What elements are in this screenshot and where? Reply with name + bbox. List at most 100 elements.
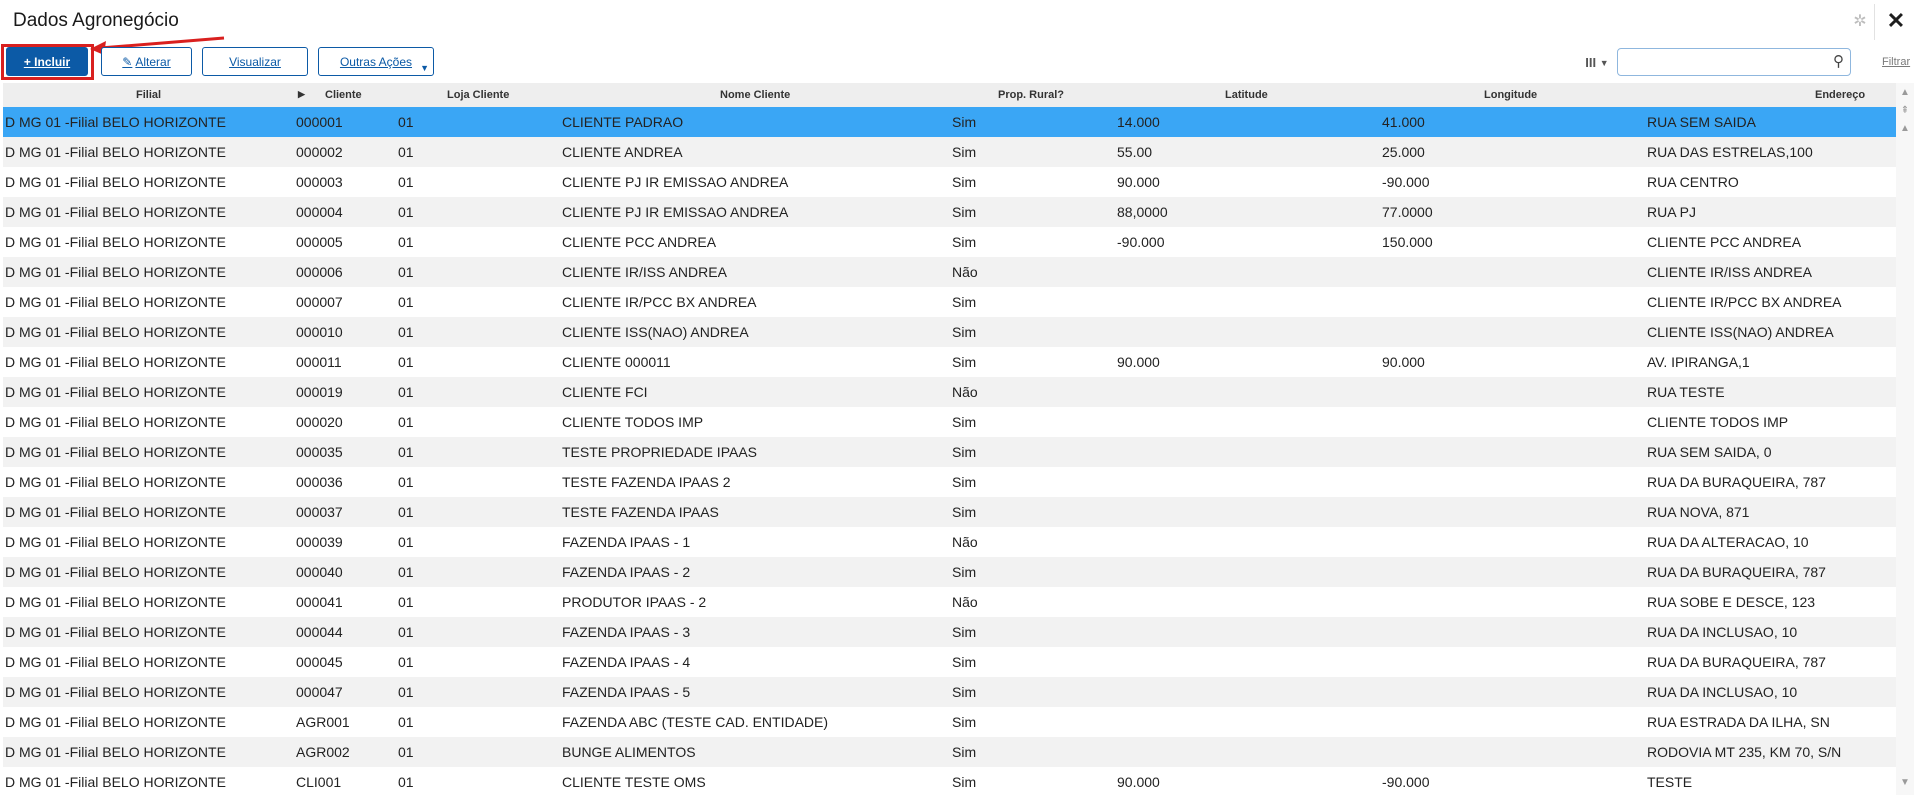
cell-longitude: -90.000 <box>1382 174 1430 190</box>
cell-loja: 01 <box>398 444 414 460</box>
cell-prop-rural: Sim <box>952 474 977 490</box>
cell-cliente: 000039 <box>296 534 343 550</box>
table-row[interactable]: D MG 01 -Filial BELO HORIZONTE AGR002 01 BU… <box>3 737 1896 767</box>
cell-prop-rural: Sim <box>952 174 977 190</box>
cell-loja: 01 <box>398 654 414 670</box>
visualizar-button[interactable]: Visualizar <box>202 47 308 76</box>
outras-acoes-button[interactable]: Outras Ações ▼ <box>318 47 434 76</box>
cell-cliente: 000019 <box>296 384 343 400</box>
cell-loja: 01 <box>398 774 414 790</box>
cell-longitude: 41.000 <box>1382 114 1425 130</box>
cell-cliente: 000004 <box>296 204 343 220</box>
cell-loja: 01 <box>398 264 414 280</box>
cell-nome: CLIENTE IR/ISS ANDREA <box>562 264 727 280</box>
cell-filial: D MG 01 -Filial BELO HORIZONTE <box>5 174 226 190</box>
cell-cliente: 000007 <box>296 294 343 310</box>
cell-loja: 01 <box>398 114 414 130</box>
table-row[interactable]: D MG 01 -Filial BELO HORIZONTE 000020 01 CL… <box>3 407 1896 437</box>
alterar-button[interactable]: ✎ Alterar <box>101 47 192 76</box>
scroll-down-icon[interactable]: ▼ <box>1899 777 1911 789</box>
table-row[interactable]: D MG 01 -Filial BELO HORIZONTE 000039 01 FA… <box>3 527 1896 557</box>
table-row[interactable]: D MG 01 -Filial BELO HORIZONTE 000001 01 CL… <box>3 107 1896 137</box>
cell-prop-rural: Sim <box>952 654 977 670</box>
table-row[interactable]: D MG 01 -Filial BELO HORIZONTE 000037 01 TE… <box>3 497 1896 527</box>
table-row[interactable]: D MG 01 -Filial BELO HORIZONTE 000040 01 FA… <box>3 557 1896 587</box>
scroll-up-icon[interactable]: ▲ <box>1899 123 1911 135</box>
scroll-page-up-icon[interactable]: ⇞ <box>1899 105 1911 117</box>
cell-endereco: RODOVIA MT 235, KM 70, S/N <box>1647 744 1842 760</box>
cell-prop-rural: Sim <box>952 624 977 640</box>
filtrar-link[interactable]: Filtrar <box>1882 56 1910 68</box>
table-row[interactable]: D MG 01 -Filial BELO HORIZONTE 000045 01 FA… <box>3 647 1896 677</box>
cell-endereco: RUA DA INCLUSAO, 10 <box>1647 624 1798 640</box>
cell-loja: 01 <box>398 474 414 490</box>
gear-icon[interactable]: ✲ <box>1850 12 1870 32</box>
cell-latitude: 90.000 <box>1117 174 1160 190</box>
cell-nome: CLIENTE ANDREA <box>562 144 683 160</box>
cell-endereco: AV. IPIRANGA,1 <box>1647 354 1750 370</box>
cell-filial: D MG 01 -Filial BELO HORIZONTE <box>5 324 226 340</box>
cell-endereco: RUA DAS ESTRELAS,100 <box>1647 144 1813 160</box>
cell-cliente: 000011 <box>296 354 342 370</box>
cell-cliente: 000040 <box>296 564 343 580</box>
dropdown-caret-icon: ▼ <box>420 63 429 73</box>
table-row[interactable]: D MG 01 -Filial BELO HORIZONTE 000041 01 PR… <box>3 587 1896 617</box>
table-row[interactable]: D MG 01 -Filial BELO HORIZONTE 000005 01 CL… <box>3 227 1896 257</box>
col-header-longitude[interactable]: Longitude <box>1484 89 1537 101</box>
cell-prop-rural: Não <box>952 594 978 610</box>
cell-endereco: RUA TESTE <box>1647 384 1725 400</box>
cell-nome: TESTE FAZENDA IPAAS 2 <box>562 474 731 490</box>
cell-nome: TESTE PROPRIEDADE IPAAS <box>562 444 758 460</box>
cell-endereco: RUA PJ <box>1647 204 1697 220</box>
col-header-latitude[interactable]: Latitude <box>1225 89 1268 101</box>
table-row[interactable]: D MG 01 -Filial BELO HORIZONTE 000006 01 CL… <box>3 257 1896 287</box>
col-header-loja-cliente[interactable]: Loja Cliente <box>447 89 509 101</box>
table-row[interactable]: D MG 01 -Filial BELO HORIZONTE 000010 01 CL… <box>3 317 1896 347</box>
table-row[interactable]: D MG 01 -Filial BELO HORIZONTE 000044 01 FA… <box>3 617 1896 647</box>
cell-nome: FAZENDA IPAAS - 2 <box>562 564 691 580</box>
cell-prop-rural: Não <box>952 534 978 550</box>
cell-filial: D MG 01 -Filial BELO HORIZONTE <box>5 774 226 790</box>
search-box: ⚲ <box>1617 48 1851 76</box>
table-row[interactable]: D MG 01 -Filial BELO HORIZONTE 000047 01 FA… <box>3 677 1896 707</box>
cell-latitude: 14.000 <box>1117 114 1160 130</box>
close-icon[interactable]: ✕ <box>1884 8 1908 34</box>
table-row[interactable]: D MG 01 -Filial BELO HORIZONTE 000011 01 CL… <box>3 347 1896 377</box>
cell-nome: CLIENTE PCC ANDREA <box>562 234 717 250</box>
cell-nome: CLIENTE TODOS IMP <box>562 414 704 430</box>
table-row[interactable]: D MG 01 -Filial BELO HORIZONTE 000035 01 TE… <box>3 437 1896 467</box>
cell-prop-rural: Sim <box>952 774 977 790</box>
cell-loja: 01 <box>398 684 414 700</box>
col-header-nome-cliente[interactable]: Nome Cliente <box>720 89 790 101</box>
table-row[interactable]: D MG 01 -Filial BELO HORIZONTE CLI001 01 CL… <box>3 767 1896 795</box>
col-header-filial[interactable]: Filial <box>136 89 161 101</box>
cell-loja: 01 <box>398 384 414 400</box>
cell-nome: BUNGE ALIMENTOS <box>562 744 696 760</box>
cell-prop-rural: Sim <box>952 714 977 730</box>
cell-cliente: 000010 <box>296 324 343 340</box>
cell-endereco: RUA DA INCLUSAO, 10 <box>1647 684 1798 700</box>
alterar-label: Alterar <box>135 54 171 69</box>
search-input[interactable] <box>1622 52 1822 74</box>
cell-filial: D MG 01 -Filial BELO HORIZONTE <box>5 414 226 430</box>
cell-cliente: 000003 <box>296 174 343 190</box>
cell-cliente: 000041 <box>296 594 343 610</box>
scroll-top-icon[interactable]: ▲ <box>1899 87 1911 99</box>
cell-loja: 01 <box>398 144 414 160</box>
col-header-endereco[interactable]: Endereço <box>1815 89 1865 101</box>
cell-endereco: RUA NOVA, 871 <box>1647 504 1750 520</box>
table-row[interactable]: D MG 01 -Filial BELO HORIZONTE 000007 01 CL… <box>3 287 1896 317</box>
table-row[interactable]: D MG 01 -Filial BELO HORIZONTE AGR001 01 FA… <box>3 707 1896 737</box>
cell-filial: D MG 01 -Filial BELO HORIZONTE <box>5 654 226 670</box>
vertical-scrollbar[interactable]: ▲ ⇞ ▲ ▼ <box>1896 83 1914 795</box>
table-row[interactable]: D MG 01 -Filial BELO HORIZONTE 000036 01 TE… <box>3 467 1896 497</box>
table-row[interactable]: D MG 01 -Filial BELO HORIZONTE 000003 01 CL… <box>3 167 1896 197</box>
col-header-prop-rural[interactable]: Prop. Rural? <box>998 89 1064 101</box>
magnifier-icon[interactable]: ⚲ <box>1833 52 1844 70</box>
column-picker-icon[interactable]: III ▼ <box>1578 49 1616 76</box>
col-header-cliente[interactable]: Cliente <box>325 89 362 101</box>
table-row[interactable]: D MG 01 -Filial BELO HORIZONTE 000004 01 CL… <box>3 197 1896 227</box>
table-row[interactable]: D MG 01 -Filial BELO HORIZONTE 000002 01 CL… <box>3 137 1896 167</box>
cell-cliente: 000045 <box>296 654 343 670</box>
table-row[interactable]: D MG 01 -Filial BELO HORIZONTE 000019 01 CL… <box>3 377 1896 407</box>
